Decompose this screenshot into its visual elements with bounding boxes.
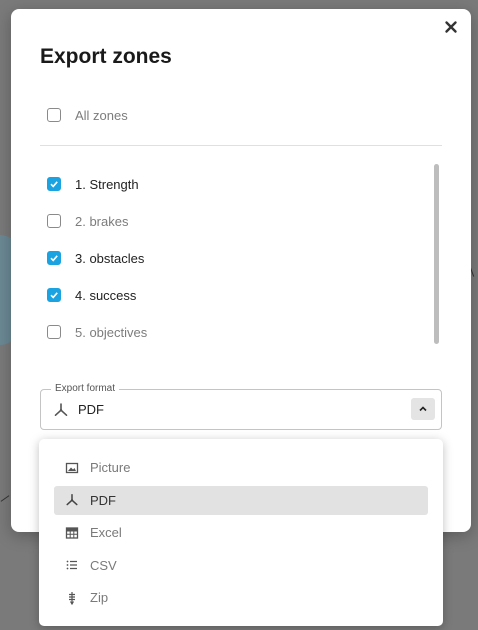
- format-option-pdf[interactable]: PDF: [54, 485, 428, 515]
- zone-checkbox[interactable]: [47, 214, 61, 228]
- zip-icon: [65, 591, 79, 605]
- zone-checkbox[interactable]: [47, 251, 61, 265]
- zone-option[interactable]: 3. obstacles: [47, 248, 144, 268]
- zone-option[interactable]: 4. success: [47, 285, 136, 305]
- zone-label: 1. Strength: [75, 176, 139, 192]
- chevron-up-icon: [419, 406, 427, 412]
- divider: [40, 145, 442, 146]
- zone-label: 4. success: [75, 287, 137, 303]
- format-option-label: Excel: [90, 525, 122, 540]
- format-option-label: PDF: [90, 492, 116, 508]
- format-option-picture[interactable]: Picture: [54, 453, 428, 482]
- pdf-icon: [65, 493, 79, 507]
- zone-option[interactable]: 2. brakes: [47, 211, 128, 231]
- format-toggle-button[interactable]: [411, 398, 435, 420]
- all-zones-checkbox[interactable]: [47, 108, 61, 122]
- zone-list-scrollbar[interactable]: [434, 164, 439, 344]
- export-format-value: PDF: [53, 390, 104, 429]
- zone-checkbox[interactable]: [47, 325, 61, 339]
- zone-list: 1. Strength 2. brakes 3. obstacles 4. succe…: [11, 155, 471, 359]
- zone-label: 3. obstacles: [75, 250, 145, 266]
- image-icon: [65, 461, 79, 475]
- table-icon: [65, 526, 79, 540]
- all-zones-label: All zones: [75, 107, 128, 123]
- zone-label: 5. objectives: [75, 324, 148, 340]
- format-option-excel[interactable]: Excel: [54, 518, 428, 547]
- format-option-label: CSV: [90, 557, 117, 573]
- export-format-select[interactable]: Export format PDF: [40, 383, 442, 430]
- zone-checkbox[interactable]: [47, 177, 61, 191]
- background-canvas-line: [0, 495, 10, 502]
- format-option-label: Zip: [90, 590, 109, 605]
- pdf-icon: [54, 402, 68, 416]
- zone-option[interactable]: 1. Strength: [47, 174, 139, 194]
- close-button[interactable]: [443, 19, 459, 35]
- format-option-zip[interactable]: Zip: [54, 583, 428, 612]
- export-format-selected-label: PDF: [78, 402, 104, 417]
- format-option-label: Picture: [90, 460, 131, 475]
- all-zones-option[interactable]: All zones: [47, 105, 128, 125]
- dialog-title: Export zones: [40, 45, 172, 68]
- format-option-csv[interactable]: CSV: [54, 551, 428, 580]
- zone-option[interactable]: 5. objectives: [47, 322, 147, 342]
- zone-label: 2. brakes: [75, 213, 129, 229]
- zone-checkbox[interactable]: [47, 288, 61, 302]
- export-format-dropdown: Picture PDF Excel CSV Zip: [39, 439, 443, 626]
- list-icon: [65, 558, 79, 572]
- close-icon: [445, 21, 457, 33]
